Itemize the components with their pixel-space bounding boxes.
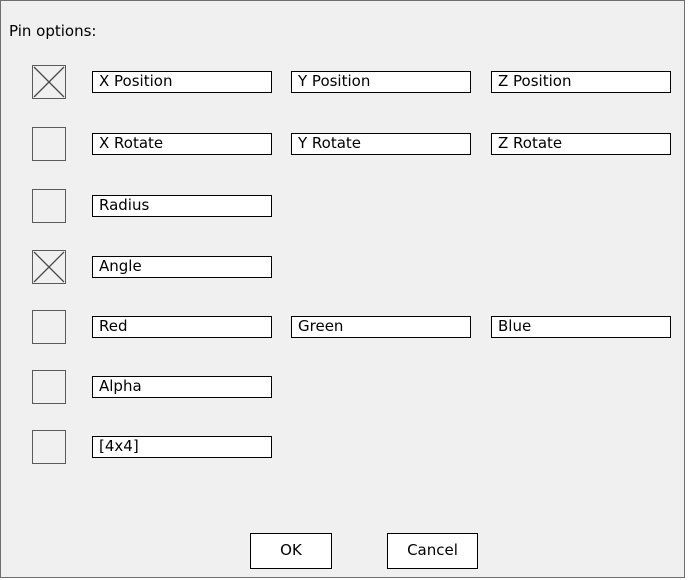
row-rotate: X Rotate Y Rotate Z Rotate <box>1 127 684 161</box>
ok-button[interactable]: OK <box>250 533 332 569</box>
z-position-field[interactable]: Z Position <box>491 71 671 93</box>
checkbox-checked-icon <box>33 251 65 283</box>
row-position: X Position Y Position Z Position <box>1 65 684 99</box>
z-rotate-field[interactable]: Z Rotate <box>491 133 671 155</box>
blue-field[interactable]: Blue <box>491 316 671 338</box>
angle-checkbox[interactable] <box>32 250 66 284</box>
cancel-button[interactable]: Cancel <box>387 533 478 569</box>
x-rotate-field[interactable]: X Rotate <box>92 133 272 155</box>
matrix-checkbox[interactable] <box>32 430 66 464</box>
radius-checkbox[interactable] <box>32 189 66 223</box>
row-color: Red Green Blue <box>1 310 684 344</box>
red-field[interactable]: Red <box>92 316 272 338</box>
y-position-field[interactable]: Y Position <box>291 71 471 93</box>
y-rotate-field[interactable]: Y Rotate <box>291 133 471 155</box>
row-angle: Angle <box>1 250 684 284</box>
row-alpha: Alpha <box>1 370 684 404</box>
alpha-checkbox[interactable] <box>32 370 66 404</box>
row-radius: Radius <box>1 189 684 223</box>
dialog-title: Pin options: <box>9 22 97 40</box>
pin-options-dialog: Pin options: X Position Y Position Z Pos… <box>0 0 685 578</box>
green-field[interactable]: Green <box>291 316 471 338</box>
alpha-field[interactable]: Alpha <box>92 376 272 398</box>
row-matrix: [4x4] <box>1 430 684 464</box>
rotate-checkbox[interactable] <box>32 127 66 161</box>
color-checkbox[interactable] <box>32 310 66 344</box>
position-checkbox[interactable] <box>32 65 66 99</box>
x-position-field[interactable]: X Position <box>92 71 272 93</box>
radius-field[interactable]: Radius <box>92 195 272 217</box>
angle-field[interactable]: Angle <box>92 256 272 278</box>
matrix-field[interactable]: [4x4] <box>92 436 272 458</box>
checkbox-checked-icon <box>33 66 65 98</box>
